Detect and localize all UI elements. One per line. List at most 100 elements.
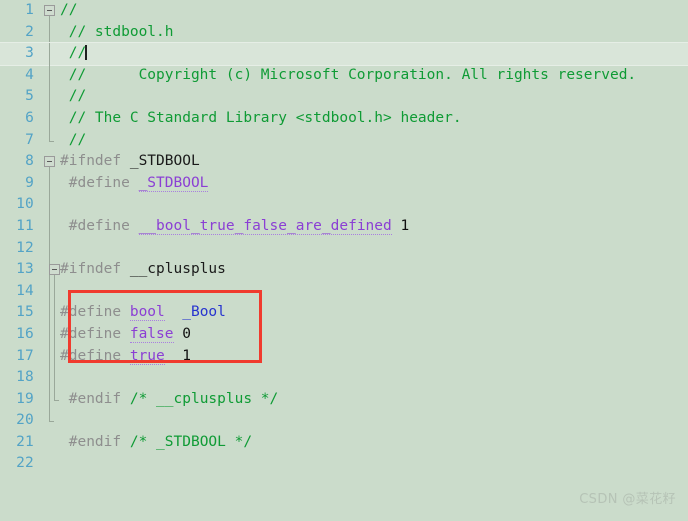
code-line[interactable]: 17 #define true 1 [0,345,688,368]
code-line[interactable]: 9 #define _STDBOOL [0,172,688,195]
line-number: 16 [16,325,34,342]
fold-margin[interactable] [40,172,60,195]
code-text[interactable]: #endif /* _STDBOOL */ [60,432,688,454]
token-type: _Bool [182,304,226,321]
fold-guide-line [49,323,50,346]
code-line[interactable]: 1 // [0,0,688,22]
code-text[interactable]: // [60,43,688,65]
code-text[interactable]: // The C Standard Library <stdbool.h> he… [60,108,688,130]
code-text[interactable]: #define _STDBOOL [60,173,688,195]
fold-collapse-icon[interactable] [44,5,55,16]
token-comment: // [60,88,87,105]
token-pp: #define [60,325,122,342]
code-text[interactable]: #define true 1 [60,346,688,368]
token-num: 1 [182,347,191,364]
code-text[interactable]: // [60,130,688,152]
line-number: 18 [16,369,34,386]
code-text[interactable]: #define bool _Bool [60,302,688,324]
fold-margin[interactable] [40,64,60,87]
code-line[interactable]: 18 [0,367,688,389]
fold-guide-line [49,215,50,238]
fold-margin[interactable] [40,367,60,389]
code-line[interactable]: 20 [0,410,688,432]
line-number: 2 [25,23,34,40]
fold-collapse-icon[interactable] [44,156,55,168]
fold-guide-line [49,43,50,65]
token-comment: // The C Standard Library <stdbool.h> he… [60,109,462,126]
fold-margin[interactable] [40,194,60,216]
token-pp: #define [60,347,122,364]
code-line[interactable]: 2 // stdbool.h [0,21,688,44]
token-pp: #ifndef [60,153,122,170]
code-text[interactable]: // [60,86,688,108]
line-number: 11 [16,217,34,234]
fold-guide-line [49,107,50,130]
code-text[interactable]: // stdbool.h [60,22,688,44]
code-line[interactable]: 11 #define __bool_true_false_are_defined… [0,215,688,238]
code-text[interactable]: #define false 0 [60,324,688,346]
code-line[interactable]: 7 // [0,129,688,152]
code-text[interactable]: #define __bool_true_false_are_defined 1 [60,216,688,238]
code-text[interactable]: // [60,0,688,22]
fold-guide-line-inner [54,367,55,389]
fold-margin[interactable] [40,21,60,44]
code-line[interactable]: 21 #endif /* _STDBOOL */ [0,432,688,454]
code-editor[interactable]: 1//2 // stdbool.h 3 //4 // Copyright (c) … [0,0,688,521]
fold-margin[interactable] [40,259,60,281]
fold-margin[interactable] [40,388,60,411]
fold-margin[interactable] [40,410,60,432]
fold-collapse-icon[interactable] [49,264,60,276]
token-comment: // stdbool.h [60,23,174,40]
code-line[interactable]: 3 // [0,43,688,65]
code-line[interactable]: 8 #ifndef _STDBOOL [0,151,688,173]
fold-margin[interactable] [40,107,60,130]
code-text[interactable]: #ifndef __cplusplus [60,259,688,281]
token-comment: // Copyright (c) Microsoft Corporation. … [60,66,637,83]
fold-guide-line [49,410,50,422]
token-comment: // [60,45,87,62]
line-number: 13 [16,261,34,278]
code-line[interactable]: 19 #endif /* __cplusplus */ [0,388,688,411]
fold-margin[interactable] [40,237,60,260]
code-text[interactable]: // Copyright (c) Microsoft Corporation. … [60,65,688,87]
code-text[interactable]: #ifndef _STDBOOL [60,151,688,173]
code-line[interactable]: 5 // [0,86,688,108]
fold-margin[interactable] [40,0,60,22]
code-line[interactable]: 6 // The C Standard Library <stdbool.h> … [0,107,688,130]
line-number: 6 [25,109,34,126]
fold-guide-line [49,302,50,324]
token-pp: #define [68,217,130,234]
line-number: 8 [25,153,34,170]
line-number: 17 [16,347,34,364]
fold-margin[interactable] [40,43,60,65]
code-line[interactable]: 15 #define bool _Bool [0,302,688,324]
code-line[interactable]: 12 [0,237,688,260]
code-lines-container[interactable]: 1//2 // stdbool.h 3 //4 // Copyright (c) … [0,0,688,475]
code-line[interactable]: 4 // Copyright (c) Microsoft Corporation… [0,64,688,87]
code-line[interactable]: 13 #ifndef __cplusplus [0,259,688,281]
fold-margin[interactable] [40,453,60,475]
fold-margin[interactable] [40,151,60,173]
fold-margin[interactable] [40,280,60,303]
fold-margin[interactable] [40,323,60,346]
code-line[interactable]: 14 [0,280,688,303]
code-line[interactable]: 10 [0,194,688,216]
watermark: CSDN @菜花籽 [579,492,676,508]
fold-margin[interactable] [40,86,60,108]
fold-margin[interactable] [40,345,60,368]
code-text[interactable]: #endif /* __cplusplus */ [60,389,688,411]
fold-margin[interactable] [40,432,60,454]
fold-margin[interactable] [40,302,60,324]
token-macro: true [129,347,165,365]
code-line[interactable]: 22 [0,453,688,475]
token-pp: #define [68,174,130,191]
text-cursor [85,45,87,61]
fold-margin[interactable] [40,215,60,238]
fold-margin[interactable] [40,129,60,152]
code-line[interactable]: 16 #define false 0 [0,323,688,346]
